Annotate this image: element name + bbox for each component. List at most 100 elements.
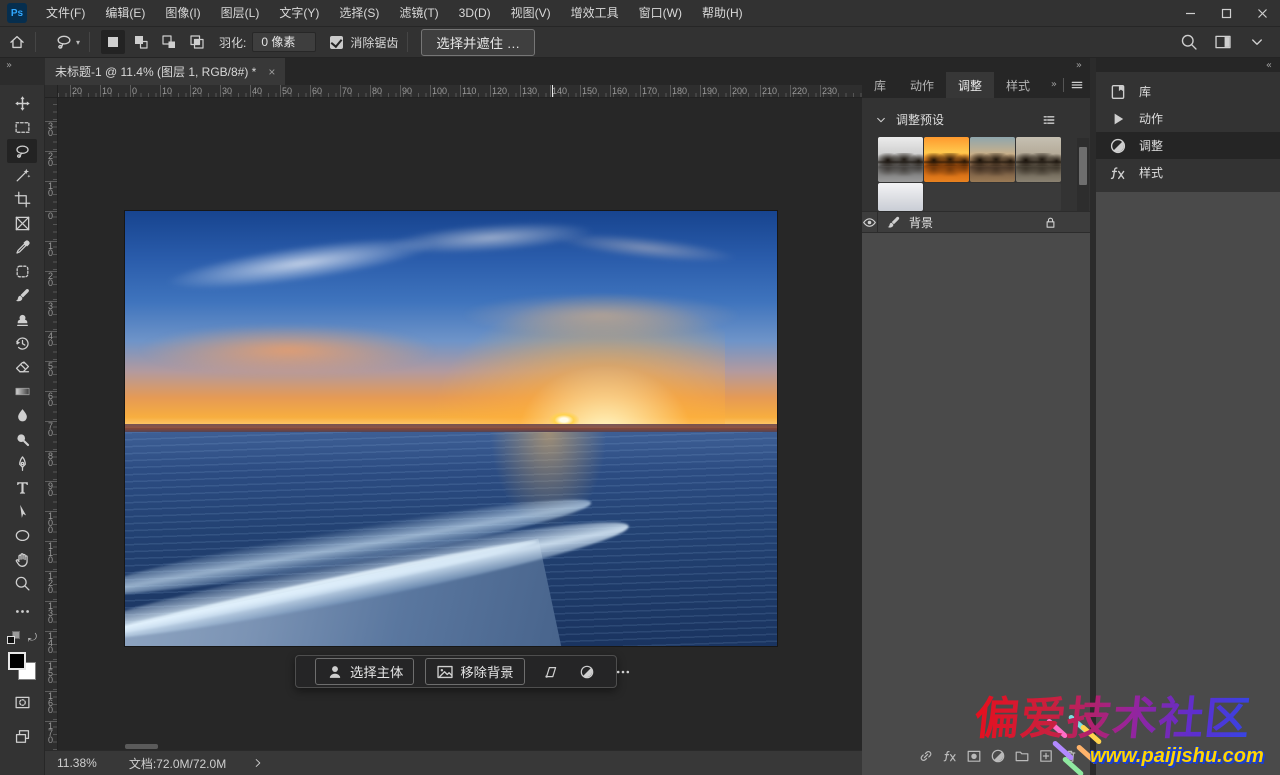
antialias-checkbox[interactable] [330, 36, 343, 49]
layer-name[interactable]: 背景 [909, 214, 1043, 231]
mini-color-controls[interactable]: ⤾ [5, 631, 39, 647]
tool-screenmode[interactable] [7, 724, 37, 748]
tool-eraser[interactable] [7, 355, 37, 379]
tool-brush[interactable] [7, 283, 37, 307]
chevrons-right-icon[interactable]: » [1051, 80, 1057, 90]
tool-quickmask[interactable] [7, 690, 37, 714]
tool-type[interactable] [7, 475, 37, 499]
tool-crop[interactable] [7, 187, 37, 211]
preset-thumb-desaturated[interactable] [1016, 137, 1061, 182]
tool-zoom[interactable] [7, 571, 37, 595]
menu-item-视图(V)[interactable]: 视图(V) [501, 0, 561, 27]
tool-pen[interactable] [7, 451, 37, 475]
subtract-selection-button[interactable] [157, 30, 181, 54]
document-tab[interactable]: 未标题-1 @ 11.4% (图层 1, RGB/8#) * × [45, 58, 285, 85]
antialias-option[interactable]: 消除锯齿 [330, 34, 398, 51]
preset-thumb-light[interactable] [878, 183, 923, 211]
list-view-icon[interactable] [1042, 113, 1056, 127]
canvas-area[interactable]: 选择主体 移除背景 [58, 98, 862, 750]
tool-frame[interactable] [7, 211, 37, 235]
menu-item-滤镜(T)[interactable]: 滤镜(T) [389, 0, 448, 27]
more-button[interactable] [610, 660, 636, 684]
panel-menu-icon[interactable] [1070, 78, 1084, 92]
panel-tab-动作[interactable]: 动作 [898, 72, 946, 98]
zoom-level-field[interactable]: 11.38% [57, 756, 97, 770]
panel-tab-库[interactable]: 库 [862, 72, 898, 98]
tool-path-select[interactable] [7, 499, 37, 523]
chevron-down-icon[interactable] [1248, 33, 1266, 51]
tool-object-select[interactable] [7, 163, 37, 187]
presets-header-row[interactable]: 调整预设 [874, 111, 1056, 128]
toolbar-collapse[interactable]: » [0, 58, 45, 85]
menu-item-文件(F)[interactable]: 文件(F) [36, 0, 95, 27]
dock-button-库[interactable]: 库 [1096, 78, 1280, 105]
preset-thumb-warm-muted[interactable] [970, 137, 1015, 182]
tool-marquee[interactable] [7, 115, 37, 139]
preset-thumb-vivid-sunset[interactable] [924, 137, 969, 182]
dock-collapse[interactable]: » [862, 58, 1090, 72]
menu-item-选择(S)[interactable]: 选择(S) [329, 0, 389, 27]
panel-tab-样式[interactable]: 样式 [994, 72, 1042, 98]
chevron-down-icon[interactable] [874, 113, 888, 127]
button-adjustment[interactable] [990, 748, 1006, 767]
feather-input[interactable]: 0 像素 [252, 32, 316, 52]
home-icon[interactable] [8, 33, 26, 51]
tool-gradient[interactable] [7, 379, 37, 403]
adjustment-button[interactable] [574, 660, 600, 684]
preset-thumb-black-white[interactable] [878, 137, 923, 182]
vertical-ruler[interactable]: 3 02 01 001 02 03 04 05 06 07 08 09 01 0… [45, 98, 58, 750]
tool-blur[interactable] [7, 403, 37, 427]
select-subject-button[interactable]: 选择主体 [315, 658, 414, 685]
tool-healing[interactable] [7, 259, 37, 283]
eye-icon[interactable] [862, 215, 877, 230]
tool-shape[interactable] [7, 523, 37, 547]
menu-item-3D(D)[interactable]: 3D(D) [449, 0, 501, 27]
intersect-selection-button[interactable] [185, 30, 209, 54]
tool-hand[interactable] [7, 547, 37, 571]
search-icon[interactable] [1180, 33, 1198, 51]
menu-item-增效工具[interactable]: 增效工具 [561, 0, 629, 27]
workspace-icon[interactable] [1214, 33, 1232, 51]
menu-item-图层(L)[interactable]: 图层(L) [211, 0, 270, 27]
ps-logo-icon[interactable]: Ps [7, 3, 27, 23]
menu-item-文字(Y)[interactable]: 文字(Y) [269, 0, 329, 27]
horizontal-scrollbar-thumb[interactable] [125, 744, 158, 749]
button-folder[interactable] [1014, 748, 1030, 767]
button-fx[interactable] [942, 748, 958, 767]
dock-button-调整[interactable]: 调整 [1096, 132, 1280, 159]
dock-button-样式[interactable]: 样式 [1096, 159, 1280, 186]
dock-collapse[interactable]: « [1096, 58, 1280, 72]
close-tab-icon[interactable]: × [268, 65, 275, 79]
horizontal-ruler[interactable]: 2010010203040506070809010011012013014015… [58, 85, 862, 98]
menu-item-编辑(E)[interactable]: 编辑(E) [95, 0, 155, 27]
tool-history-brush[interactable] [7, 331, 37, 355]
close-icon[interactable] [1244, 0, 1280, 27]
menu-item-窗口(W)[interactable]: 窗口(W) [629, 0, 692, 27]
foreground-color-swatch[interactable] [8, 652, 26, 670]
select-and-mask-button[interactable]: 选择并遮住 … [421, 29, 535, 56]
button-mask[interactable] [966, 748, 982, 767]
remove-background-button[interactable]: 移除背景 [425, 658, 524, 685]
document-image[interactable] [125, 211, 777, 646]
add-selection-button[interactable] [129, 30, 153, 54]
tool-dodge[interactable] [7, 427, 37, 451]
button-link[interactable] [918, 748, 934, 767]
ruler-origin-corner[interactable] [45, 85, 58, 98]
panel-scrollbar-thumb[interactable] [1079, 147, 1087, 185]
tool-move[interactable] [7, 91, 37, 115]
panel-tab-调整[interactable]: 调整 [946, 72, 994, 98]
new-selection-button[interactable] [101, 30, 125, 54]
tool-eyedropper[interactable] [7, 235, 37, 259]
maximize-icon[interactable] [1208, 0, 1244, 27]
current-tool-picker[interactable]: ▾ [55, 33, 80, 51]
minimize-icon[interactable] [1172, 0, 1208, 27]
swap-colors-icon[interactable]: ⤾ [28, 631, 37, 645]
tool-more[interactable] [7, 599, 37, 623]
layer-row-background[interactable]: 背景 [862, 211, 1090, 233]
dock-button-动作[interactable]: 动作 [1096, 105, 1280, 132]
transform-button[interactable] [538, 660, 564, 684]
tool-clone-stamp[interactable] [7, 307, 37, 331]
panel-scrollbar[interactable] [1077, 138, 1089, 211]
tool-lasso[interactable] [7, 139, 37, 163]
menu-item-帮助(H)[interactable]: 帮助(H) [692, 0, 753, 27]
